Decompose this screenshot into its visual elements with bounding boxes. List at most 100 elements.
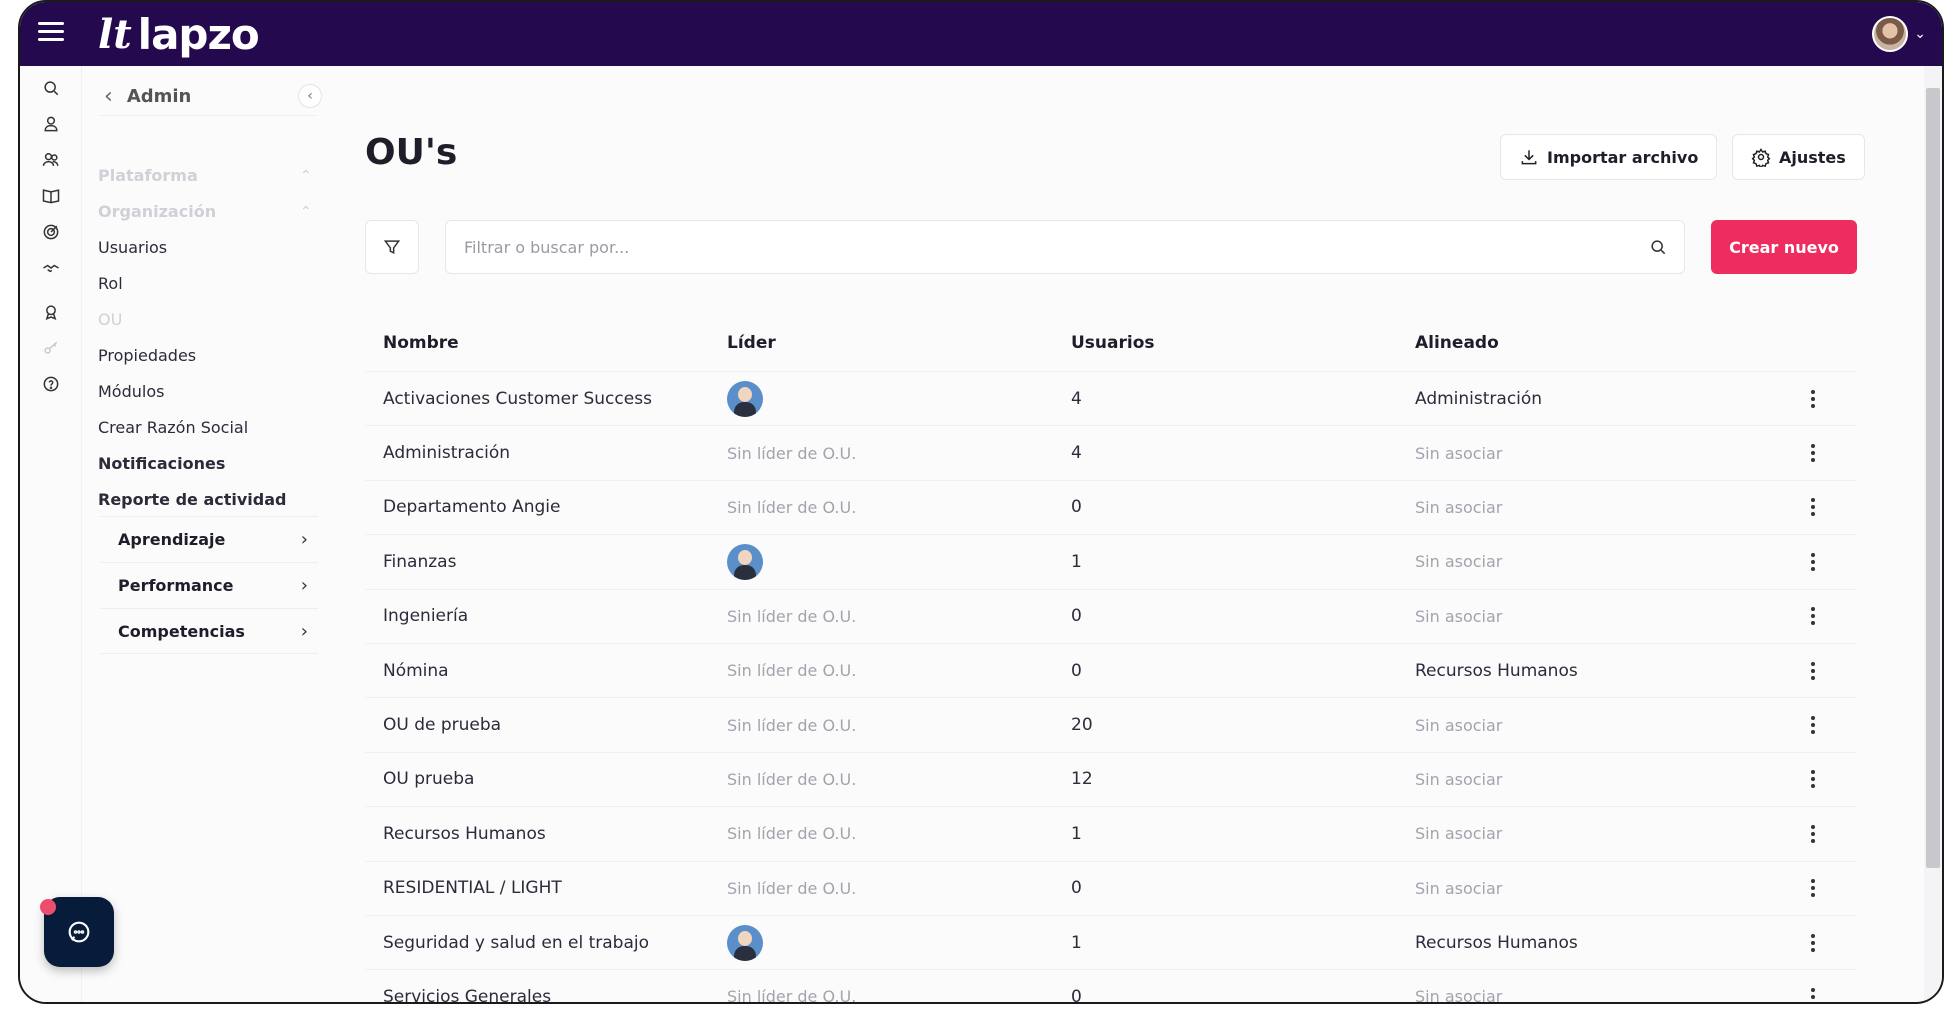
table-row[interactable]: Ingeniería Sin líder de O.U. 0 Sin asociar <box>365 590 1857 644</box>
ou-name[interactable]: Activaciones Customer Success <box>365 389 709 409</box>
book-icon[interactable] <box>39 184 63 208</box>
aligned-ou: Sin asociar <box>1415 606 1503 626</box>
column-header-nombre[interactable]: Nombre <box>365 333 709 353</box>
leader-avatar[interactable] <box>727 924 763 961</box>
leader-text: Sin líder de O.U. <box>727 824 857 844</box>
leader-text: Sin líder de O.U. <box>727 769 857 789</box>
sidebar-item-ou[interactable]: OU <box>98 310 122 329</box>
column-header-alineado[interactable]: Alineado <box>1397 333 1769 353</box>
sidebar-item-modulos[interactable]: Módulos <box>98 382 164 401</box>
import-file-button[interactable]: Importar archivo <box>1500 134 1718 180</box>
chat-button[interactable] <box>40 897 114 967</box>
chevron-up-icon[interactable]: ⌃ <box>300 204 312 220</box>
top-bar: lt lapzo ⌄ <box>20 2 1942 66</box>
more-options-icon[interactable] <box>1811 389 1815 408</box>
table-row[interactable]: RESIDENTIAL / LIGHT Sin líder de O.U. 0 Sin… <box>365 862 1857 916</box>
users-count: 0 <box>1071 878 1082 899</box>
collapse-sidebar-button[interactable]: ‹ <box>298 84 322 108</box>
ou-name[interactable]: Administración <box>365 443 709 463</box>
table-row[interactable]: Servicios Generales Sin líder de O.U. 0 Sin… <box>365 970 1857 1004</box>
ou-name[interactable]: Finanzas <box>365 552 709 572</box>
scrollbar-thumb[interactable] <box>1926 88 1940 868</box>
more-options-icon[interactable] <box>1811 552 1815 571</box>
ou-name[interactable]: Seguridad y salud en el trabajo <box>365 933 709 953</box>
table-body: Activaciones Customer Success 4 Administra… <box>365 372 1857 1004</box>
aligned-ou: Sin asociar <box>1415 497 1503 517</box>
aligned-ou: Recursos Humanos <box>1415 932 1578 953</box>
more-options-icon[interactable] <box>1811 607 1815 626</box>
more-options-icon[interactable] <box>1811 661 1815 680</box>
ou-name[interactable]: Recursos Humanos <box>365 824 709 844</box>
row-actions <box>1769 552 1857 571</box>
leader-text: Sin líder de O.U. <box>727 987 857 1004</box>
more-options-icon[interactable] <box>1811 444 1815 463</box>
users-icon[interactable] <box>39 148 63 172</box>
award-icon[interactable] <box>39 300 63 324</box>
ou-name[interactable]: Nómina <box>365 661 709 681</box>
sidebar-item-rol[interactable]: Rol <box>98 274 123 293</box>
chevron-right-icon: › <box>300 529 308 550</box>
table-row[interactable]: OU prueba Sin líder de O.U. 12 Sin asociar <box>365 753 1857 808</box>
ou-name[interactable]: OU de prueba <box>365 715 709 735</box>
user-avatar[interactable] <box>1872 16 1908 52</box>
row-actions <box>1769 389 1857 408</box>
handshake-icon[interactable] <box>39 256 63 280</box>
sidebar-section-organizacion[interactable]: Organización <box>98 202 216 221</box>
search-icon[interactable] <box>1648 237 1668 257</box>
filter-button[interactable] <box>365 220 419 274</box>
table-row[interactable]: Finanzas 1 Sin asociar <box>365 535 1857 590</box>
table-row[interactable]: Nómina Sin líder de O.U. 0 Recursos Humanos <box>365 644 1857 699</box>
leader-cell <box>709 380 1053 417</box>
sidebar-item-reporte-actividad[interactable]: Reporte de actividad <box>98 490 286 509</box>
create-new-button[interactable]: Crear nuevo <box>1711 220 1857 274</box>
chevron-down-icon[interactable]: ⌄ <box>1914 26 1926 42</box>
sidebar-item-propiedades[interactable]: Propiedades <box>98 346 196 365</box>
ou-name[interactable]: Departamento Angie <box>365 497 709 517</box>
chevron-up-icon[interactable]: ⌃ <box>300 168 312 184</box>
table-row[interactable]: Administración Sin líder de O.U. 4 Sin asoc… <box>365 426 1857 481</box>
sidebar-item-usuarios[interactable]: Usuarios <box>98 238 167 257</box>
more-options-icon[interactable] <box>1811 879 1815 898</box>
chevron-right-icon: › <box>300 620 308 642</box>
table-row[interactable]: Seguridad y salud en el trabajo 1 Recursos… <box>365 916 1857 971</box>
settings-button[interactable]: Ajustes <box>1732 134 1865 180</box>
column-header-lider[interactable]: Líder <box>709 333 1053 353</box>
menu-icon[interactable] <box>38 22 64 44</box>
user-icon[interactable] <box>39 112 63 136</box>
ou-name[interactable]: OU prueba <box>365 769 709 789</box>
more-options-icon[interactable] <box>1811 933 1815 952</box>
table-row[interactable]: OU de prueba Sin líder de O.U. 20 Sin asoci… <box>365 698 1857 753</box>
scrollbar[interactable] <box>1924 66 1942 1002</box>
back-icon[interactable]: ‹ <box>104 84 113 109</box>
sidebar-item-notificaciones[interactable]: Notificaciones <box>98 454 225 473</box>
table-row[interactable]: Departamento Angie Sin líder de O.U. 0 Sin … <box>365 481 1857 536</box>
help-icon[interactable] <box>39 372 63 396</box>
ou-name[interactable]: RESIDENTIAL / LIGHT <box>365 878 709 898</box>
sidebar-section-plataforma[interactable]: Plataforma <box>98 166 198 185</box>
sidebar-group-performance[interactable]: Performance › <box>100 562 318 608</box>
ou-name[interactable]: Ingeniería <box>365 606 709 626</box>
more-options-icon[interactable] <box>1811 770 1815 789</box>
sidebar-group-competencias[interactable]: Competencias › <box>100 608 318 654</box>
more-options-icon[interactable] <box>1811 824 1815 843</box>
more-options-icon[interactable] <box>1811 716 1815 735</box>
table-row[interactable]: Activaciones Customer Success 4 Administra… <box>365 372 1857 427</box>
ou-name[interactable]: Servicios Generales <box>365 987 709 1002</box>
search-field[interactable] <box>445 220 1685 274</box>
search-input[interactable] <box>462 221 1612 273</box>
leader-avatar[interactable] <box>727 380 763 417</box>
row-actions <box>1769 716 1857 735</box>
page-title: OU's <box>365 132 458 173</box>
target-icon[interactable] <box>39 220 63 244</box>
sidebar-item-crear-razon-social[interactable]: Crear Razón Social <box>98 418 248 437</box>
leader-text: Sin líder de O.U. <box>727 661 857 681</box>
more-options-icon[interactable] <box>1811 498 1815 517</box>
app-logo[interactable]: lt lapzo <box>98 6 260 62</box>
leader-avatar[interactable] <box>727 543 763 580</box>
key-icon[interactable] <box>39 336 63 360</box>
search-icon[interactable] <box>39 76 63 100</box>
table-row[interactable]: Recursos Humanos Sin líder de O.U. 1 Sin as… <box>365 807 1857 862</box>
more-options-icon[interactable] <box>1811 987 1815 1002</box>
column-header-usuarios[interactable]: Usuarios <box>1053 333 1397 353</box>
sidebar-group-aprendizaje[interactable]: Aprendizaje › <box>100 516 318 562</box>
